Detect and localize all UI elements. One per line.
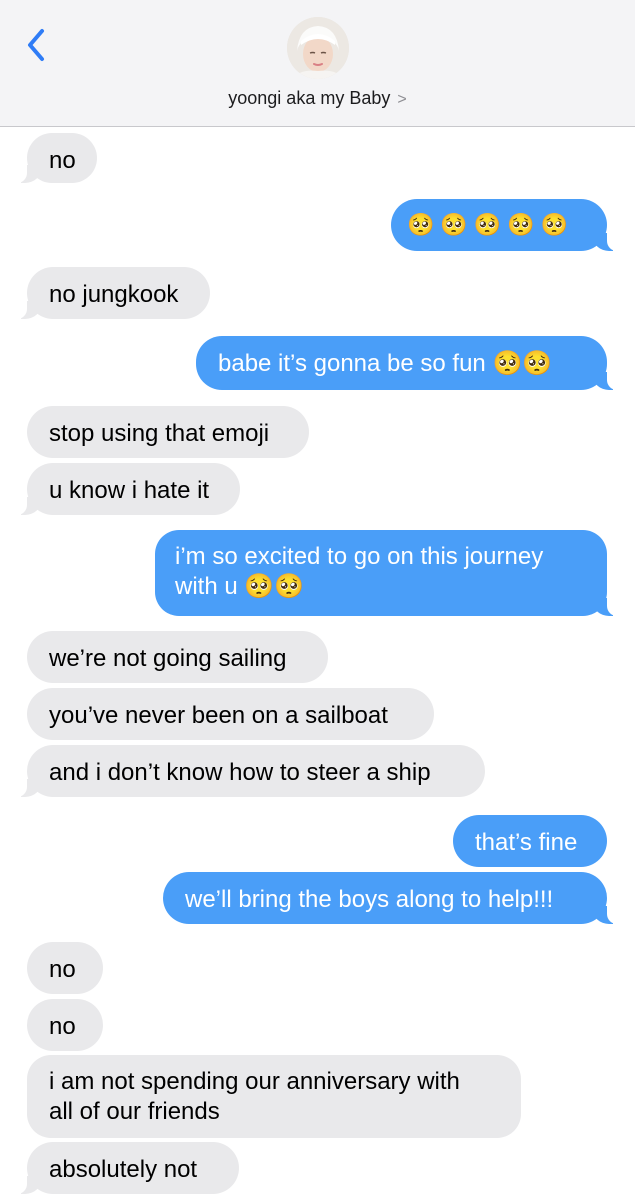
message-text-line-1: i’m so excited to go on this journey (175, 543, 544, 570)
message-bubble-incoming[interactable]: no (27, 999, 103, 1051)
contact-name-label: yoongi aka my Baby (228, 88, 391, 108)
back-button[interactable] (22, 26, 52, 64)
message-bubble-incoming[interactable]: and i don’t know how to steer a ship (1, 745, 485, 797)
message-bubble-outgoing[interactable]: i’m so excited to go on this journey wit… (155, 530, 633, 616)
message-text: and i don’t know how to steer a ship (49, 759, 431, 786)
message-text: u know i hate it (49, 477, 210, 504)
message-bubble-outgoing[interactable]: babe it’s gonna be so fun 🥺🥺 (196, 336, 633, 390)
contact-name[interactable]: yoongi aka my Baby > (0, 86, 635, 112)
message-bubble-incoming[interactable]: no jungkook (1, 267, 210, 319)
message-bubble-incoming[interactable]: absolutely not (1, 1142, 239, 1194)
message-text: no (49, 147, 76, 174)
message-text: that’s fine (475, 829, 578, 856)
message-bubble-outgoing[interactable]: 🥺🥺🥺🥺🥺 (391, 199, 633, 251)
message-bubble-incoming[interactable]: u know i hate it (1, 463, 240, 515)
message-text: no (49, 956, 76, 983)
contact-photo (287, 17, 349, 79)
message-text-line-2: all of our friends (49, 1098, 220, 1125)
avatar[interactable] (287, 17, 349, 79)
message-bubble-incoming[interactable]: you’ve never been on a sailboat (27, 688, 434, 740)
message-bubble-outgoing[interactable]: that’s fine (453, 815, 607, 867)
chevron-left-icon (28, 29, 44, 61)
message-text: babe it’s gonna be so fun 🥺🥺 (218, 350, 553, 377)
chevron-right-icon: > (397, 91, 407, 108)
message-thread[interactable]: no 🥺🥺🥺🥺🥺 no jungkook babe it’s gonna be … (0, 127, 635, 1200)
conversation-header: yoongi aka my Baby > (0, 0, 635, 127)
message-bubble-incoming[interactable]: no (27, 942, 103, 994)
pleading-face-emoji: 🥺🥺🥺🥺🥺 (407, 212, 574, 238)
message-text: stop using that emoji (49, 420, 270, 447)
message-text-line-2: with u 🥺🥺 (175, 573, 305, 600)
message-bubble-incoming[interactable]: no (1, 133, 97, 183)
message-text: we’ll bring the boys along to help!!! (185, 886, 554, 913)
message-text: no jungkook (49, 281, 179, 308)
message-bubble-incoming[interactable]: we’re not going sailing (27, 631, 328, 683)
message-bubble-outgoing[interactable]: we’ll bring the boys along to help!!! (163, 872, 633, 924)
message-text-line-1: i am not spending our anniversary with (49, 1068, 460, 1095)
message-text: we’re not going sailing (49, 645, 287, 672)
message-bubble-incoming[interactable]: i am not spending our anniversary with a… (27, 1055, 521, 1138)
message-bubble-incoming[interactable]: stop using that emoji (27, 406, 309, 458)
message-text: no (49, 1013, 76, 1040)
message-text: absolutely not (49, 1156, 198, 1183)
message-text: you’ve never been on a sailboat (49, 702, 388, 729)
